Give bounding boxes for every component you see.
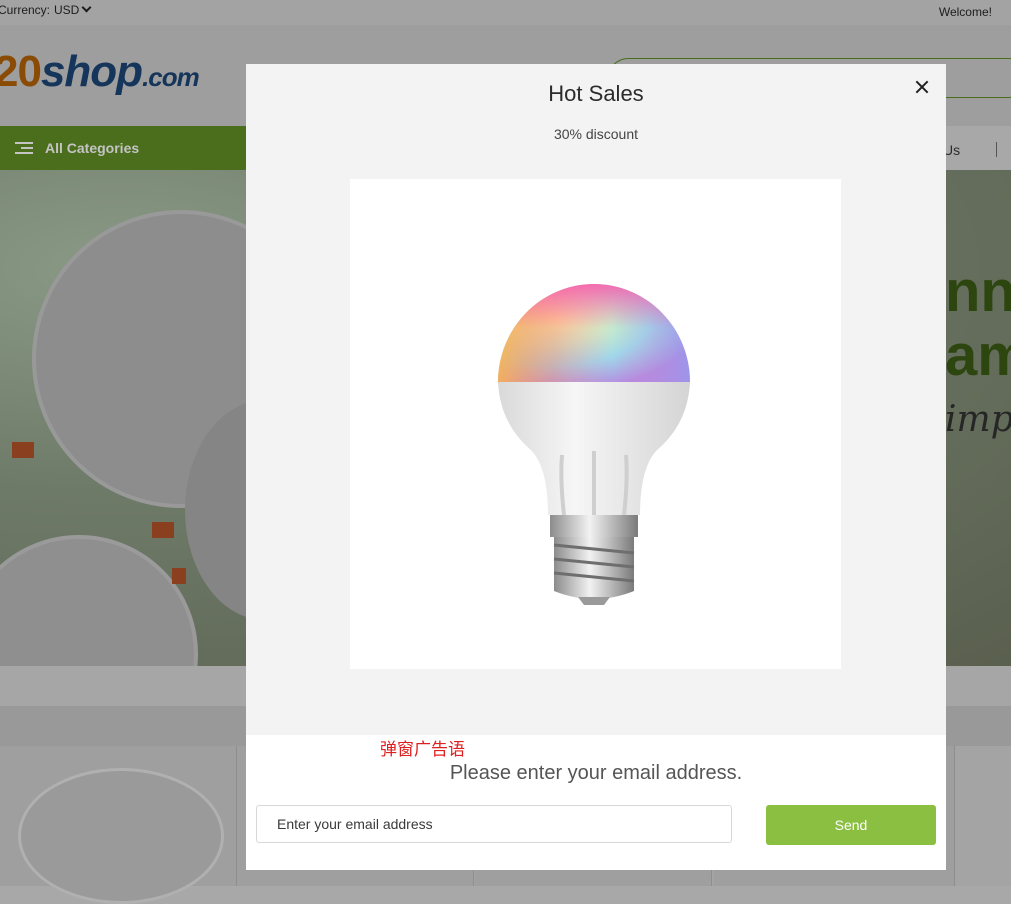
top-bar: Currency: USD Welcome! [0,0,1011,25]
popup-title: Hot Sales [548,81,644,106]
banner-headline: nn am impu [945,260,1011,452]
logo-part-shop: shop [40,47,143,96]
banner-clip [12,442,34,458]
send-button[interactable]: Send [766,805,936,845]
promo-popup: Hot Sales 30% discount 弹窗广告语 Please ente… [246,64,946,870]
banner-clip [152,522,174,538]
currency-value: USD [54,3,80,17]
product-card[interactable] [0,746,237,904]
welcome-text: Welcome! [938,5,992,19]
logo-part-com: .com [142,62,200,92]
currency-label: Currency: [0,3,51,17]
product-image-smart-bulb [350,179,841,669]
popup-header-area: Hot Sales 30% discount [246,64,946,735]
banner-line-3: impu [945,399,1011,440]
currency-selector[interactable]: Currency: USD [0,2,92,17]
menu-icon [15,142,33,154]
banner-panel-light-3 [0,535,198,666]
product-image [18,768,224,904]
all-categories-button[interactable]: All Categories [0,126,246,170]
logo-part-number: 20 [0,47,42,96]
banner-line-1: nn [945,259,1011,324]
popup-subtitle: 30% discount [553,126,639,142]
light-bulb-icon [498,284,690,605]
close-icon[interactable] [912,77,932,97]
email-prompt: Please enter your email address. [449,762,743,784]
email-input[interactable] [256,805,732,843]
chevron-down-icon [81,2,92,13]
all-categories-label: All Categories [45,140,140,156]
popup-ad-text: 弹窗广告语 [380,740,465,759]
banner-line-2: am [945,323,1011,388]
site-logo[interactable]: 20shop.com [0,47,200,97]
nav-divider [996,142,997,157]
banner-clip [172,568,186,584]
